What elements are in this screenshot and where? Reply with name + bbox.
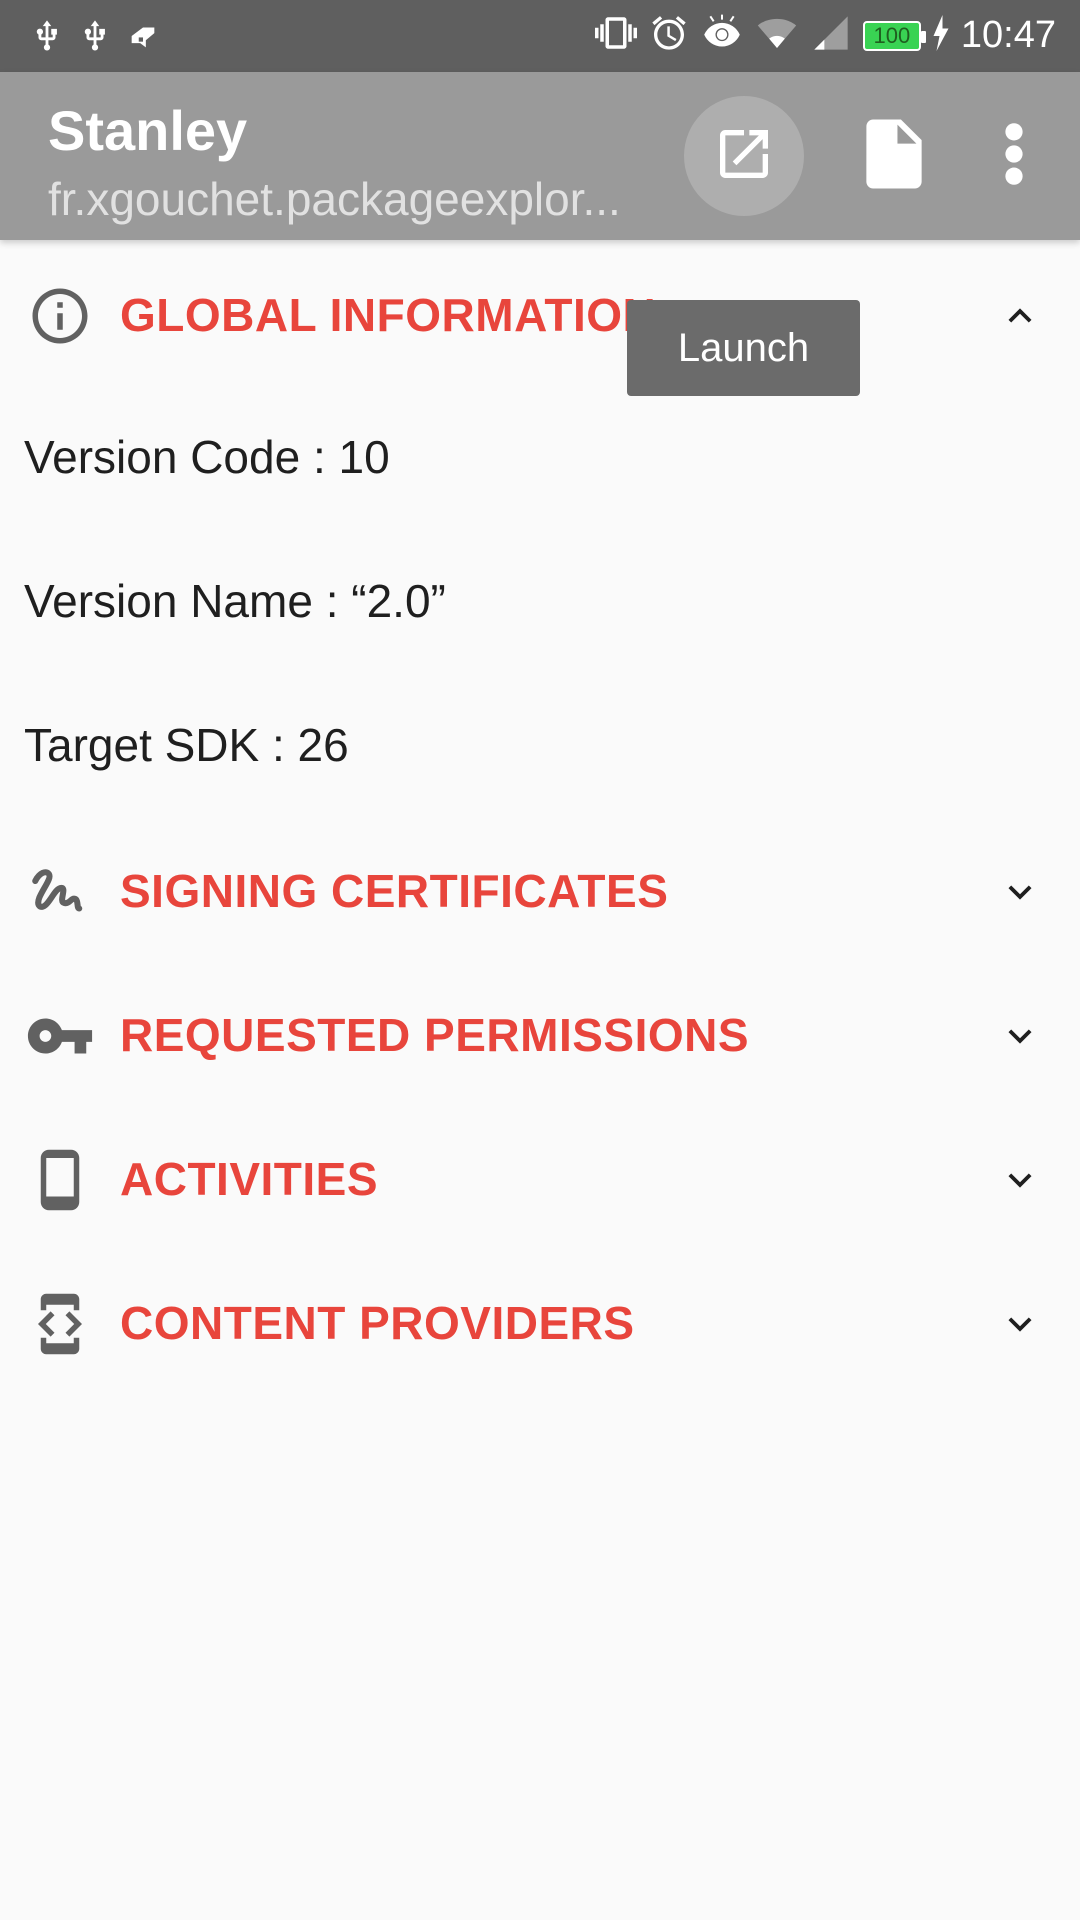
battery-indicator: 100 <box>862 20 926 51</box>
phone-icon <box>24 1144 96 1216</box>
usb-icon <box>30 16 64 61</box>
app-package-name: fr.xgouchet.packageexplor... <box>48 173 621 225</box>
status-bar: 100 10:47 <box>0 0 1080 72</box>
section-title: ACTIVITIES <box>120 1153 379 1205</box>
open-in-new-icon <box>712 122 776 191</box>
section-content-providers[interactable]: CONTENT PROVIDERS <box>0 1260 1080 1380</box>
signature-icon <box>24 856 96 928</box>
section-title: CONTENT PROVIDERS <box>120 1297 635 1349</box>
status-time: 10:47 <box>960 14 1056 56</box>
info-icon <box>24 280 96 352</box>
usb-icon <box>78 16 112 61</box>
eye-comfort-icon <box>701 13 743 58</box>
overflow-menu-button[interactable] <box>990 112 1038 200</box>
section-signing-certificates[interactable]: SIGNING CERTIFICATES <box>0 828 1080 948</box>
manifest-button[interactable] <box>848 110 940 202</box>
app-title: Stanley <box>48 99 248 162</box>
chevron-down-icon <box>994 1154 1046 1206</box>
launch-button[interactable] <box>684 96 804 216</box>
section-title: REQUESTED PERMISSIONS <box>120 1009 750 1061</box>
key-icon <box>24 1000 96 1072</box>
more-vert-icon <box>1004 122 1024 191</box>
chevron-down-icon <box>994 1010 1046 1062</box>
alarm-icon <box>649 13 689 58</box>
developer-mode-icon <box>24 1288 96 1360</box>
vibrate-icon <box>594 12 637 59</box>
signal-icon <box>811 13 851 58</box>
version-name: Version Name : “2.0” <box>24 575 446 627</box>
section-title: SIGNING CERTIFICATES <box>120 865 669 917</box>
section-title: GLOBAL INFORMATION <box>120 289 657 341</box>
version-code: Version Code : 10 <box>24 431 390 483</box>
app-notification-icon <box>126 16 160 61</box>
status-indicators: 100 10:47 <box>594 12 1056 59</box>
chevron-down-icon <box>994 866 1046 918</box>
chevron-down-icon <box>994 1298 1046 1350</box>
target-sdk: Target SDK : 26 <box>24 719 349 771</box>
section-global-information[interactable]: GLOBAL INFORMATION <box>0 252 1080 372</box>
file-icon <box>861 116 927 197</box>
status-notifications <box>30 16 160 61</box>
charging-icon <box>933 15 949 56</box>
section-activities[interactable]: ACTIVITIES <box>0 1116 1080 1236</box>
app-bar: Stanley fr.xgouchet.packageexplor... <box>0 72 1080 240</box>
launch-tooltip: Launch <box>627 300 860 396</box>
chevron-up-icon <box>994 290 1046 342</box>
section-requested-permissions[interactable]: REQUESTED PERMISSIONS <box>0 972 1080 1092</box>
wifi-icon <box>755 13 799 58</box>
